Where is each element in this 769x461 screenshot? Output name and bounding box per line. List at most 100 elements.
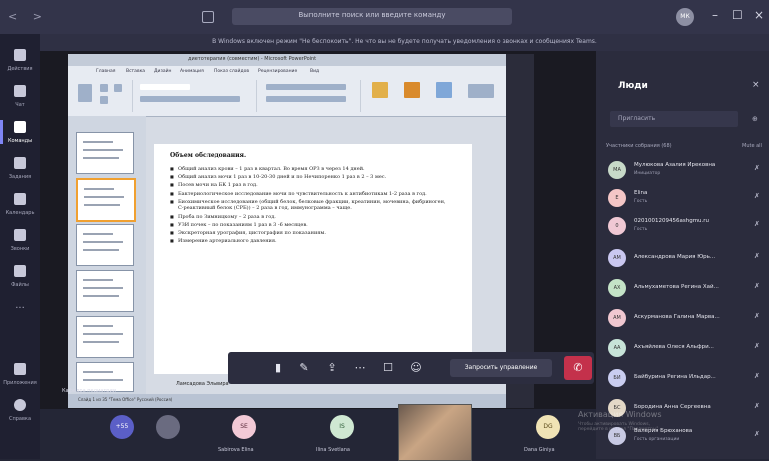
- participant-video: [398, 404, 472, 461]
- bell-icon: [14, 49, 26, 61]
- participant-row[interactable]: АХ Альмухаметова Регина Хай... ✗: [606, 277, 766, 301]
- participant-name: 0201001209456ashgmu.ru: [634, 218, 710, 224]
- activation-watermark: Активация Windows: [578, 410, 662, 419]
- invite-input[interactable]: Пригласить: [610, 111, 738, 127]
- shapes-icon: [372, 82, 388, 98]
- rail-label: Звонки: [10, 246, 30, 252]
- participant-name: Dana Giniya: [524, 447, 555, 453]
- rail-item-activity[interactable]: Действия: [0, 44, 40, 80]
- search-input[interactable]: Выполните поиск или введите команду: [232, 8, 512, 25]
- request-control-button[interactable]: Запросить управление: [450, 359, 552, 377]
- avatar[interactable]: МК: [676, 8, 694, 26]
- avatar: АМ: [608, 249, 626, 267]
- ribbon-tab: Показ слайдов: [214, 69, 249, 74]
- rail-item-assignments[interactable]: Задания: [0, 152, 40, 188]
- slide-thumbnail[interactable]: [76, 270, 134, 312]
- rail-item-apps[interactable]: Приложения: [0, 358, 40, 394]
- avatar: АМ: [608, 309, 626, 327]
- ribbon-group: [260, 80, 361, 112]
- participant-row[interactable]: МА Мулюкова Азалия Ирековна Инициатор ✗: [606, 159, 766, 183]
- avatar: АА: [608, 339, 626, 357]
- ribbon-tab: Главная: [96, 69, 116, 74]
- camera-icon[interactable]: ▮: [270, 360, 286, 376]
- call-controls: ▮ ✎ ⇪ ⋯ ☐ ☺ Запросить управление ✆: [228, 352, 594, 384]
- ribbon-button-icon: [100, 84, 108, 92]
- slide-thumbnail[interactable]: [76, 224, 134, 266]
- more-icon: ...: [15, 300, 25, 311]
- share-icon[interactable]: ⇪: [324, 360, 340, 376]
- maximize-button[interactable]: ☐: [732, 8, 743, 22]
- mic-off-icon: ✗: [754, 220, 760, 228]
- avatar: E: [608, 189, 626, 207]
- participant-row[interactable]: E Elina Гость ✗: [606, 187, 766, 211]
- participant-row[interactable]: АМ Аскурманова Галина Марва... ✗: [606, 307, 766, 331]
- mic-off-icon: ✗: [754, 312, 760, 320]
- styles-icon: [436, 82, 452, 98]
- teams-icon: [14, 121, 26, 133]
- rail-label: Команды: [7, 138, 33, 144]
- people-panel: Люди × Пригласить ⊕ Участники собрания (…: [596, 51, 769, 459]
- slide-thumbnail[interactable]: [76, 178, 136, 222]
- close-button[interactable]: ×: [754, 8, 764, 22]
- rail-label: Задания: [8, 174, 32, 180]
- mic-icon[interactable]: ✎: [296, 360, 312, 376]
- participants-icon[interactable]: ☺: [408, 360, 424, 376]
- ribbon-group: [364, 80, 504, 112]
- avatar: 0: [608, 217, 626, 235]
- rail-item-files[interactable]: Файлы: [0, 260, 40, 296]
- rail-item-teams[interactable]: Команды: [0, 116, 40, 152]
- rail-item-chat[interactable]: Чат: [0, 80, 40, 116]
- mute-all-button[interactable]: Mute all: [742, 143, 762, 149]
- avatar: [156, 415, 180, 439]
- compose-icon[interactable]: [202, 11, 214, 23]
- ribbon-button-icon: [114, 84, 122, 92]
- rail-item-more[interactable]: ...: [0, 296, 40, 332]
- participant-row[interactable]: АМ Александрова Мария Юрь... ✗: [606, 247, 766, 271]
- participant-name: Альмухаметова Регина Хай...: [634, 284, 719, 290]
- participant-name: Мулюкова Азалия Ирековна: [634, 162, 716, 168]
- minimize-button[interactable]: –: [712, 8, 718, 22]
- rail-item-calendar[interactable]: Календарь: [0, 188, 40, 224]
- ppt-title-bar: диетотерапия (совместим) - Microsoft Pow…: [68, 54, 514, 66]
- invite-placeholder: Пригласить: [618, 115, 656, 122]
- mic-off-icon: ✗: [754, 372, 760, 380]
- font-box: [140, 84, 190, 90]
- arrange-icon: [404, 82, 420, 98]
- ribbon-button-icon: [100, 96, 108, 104]
- panel-title: Люди: [618, 81, 648, 91]
- apps-icon: [14, 363, 26, 375]
- rail-label: Приложения: [3, 380, 37, 386]
- paragraph-row: [266, 96, 346, 102]
- slide-canvas: Объем обследования. Общий анализ крови –…: [154, 144, 472, 374]
- chat-icon[interactable]: ☐: [380, 360, 396, 376]
- participant-row[interactable]: 0 0201001209456ashgmu.ru Гость ✗: [606, 215, 766, 239]
- hangup-button[interactable]: ✆: [564, 356, 592, 380]
- format-row: [140, 96, 240, 102]
- bullet-item: Посев мочи на БК 1 раз в год.: [170, 182, 450, 189]
- bullet-item: Общий анализ крови – 1 раз в квартал. Во…: [170, 166, 450, 173]
- rail-item-calls[interactable]: Звонки: [0, 224, 40, 260]
- ribbon-tab: Анимация: [180, 69, 204, 74]
- slide-thumbnail[interactable]: [76, 132, 134, 174]
- participant-row[interactable]: АА Ахъяйлева Олеся Альфри... ✗: [606, 337, 766, 361]
- rail-item-help[interactable]: Справка: [0, 394, 40, 430]
- slide-heading: Объем обследования.: [170, 152, 247, 159]
- participant-name: Ilina Svetlana: [316, 447, 350, 453]
- share-link-icon[interactable]: ⊕: [752, 115, 758, 123]
- avatar: IS: [330, 415, 354, 439]
- slide-thumbnail[interactable]: [76, 316, 134, 358]
- participant-row[interactable]: БИ Байбурина Регина Ильдар... ✗: [606, 367, 766, 391]
- nav-arrows[interactable]: < >: [8, 10, 48, 23]
- search-placeholder: Выполните поиск или введите команду: [298, 11, 446, 19]
- participant-name: Elina: [634, 190, 648, 196]
- mic-off-icon: ✗: [754, 430, 760, 438]
- more-icon[interactable]: ⋯: [352, 360, 368, 376]
- assignments-icon: [14, 157, 26, 169]
- mic-off-icon: ✗: [754, 282, 760, 290]
- status-text: Слайд 1 из 35 "Тема Office" Русский (Рос…: [78, 397, 173, 402]
- more-participants-badge[interactable]: +55: [110, 415, 134, 439]
- avatar: DG: [536, 415, 560, 439]
- bullet-item: Общий анализ мочи 1 раз в 10-20-30 дней …: [170, 174, 450, 181]
- participants-section[interactable]: Участники собрания (68): [606, 143, 672, 149]
- close-icon[interactable]: ×: [752, 80, 760, 90]
